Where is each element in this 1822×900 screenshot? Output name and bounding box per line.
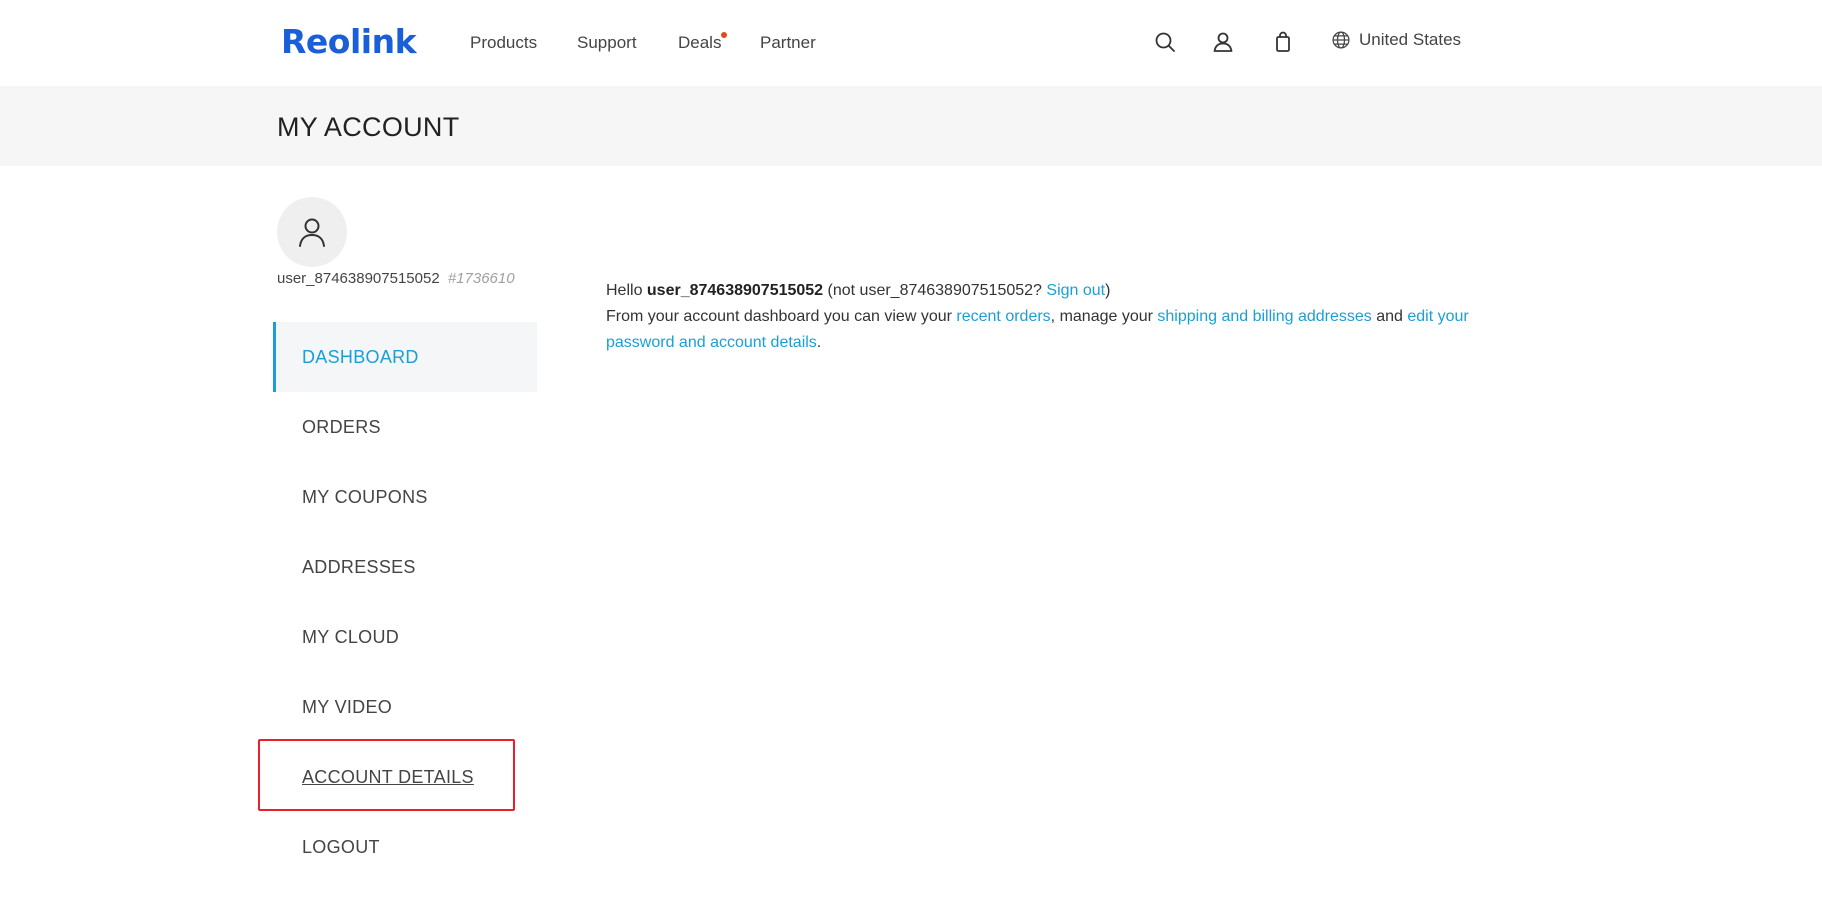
bag-icon[interactable] [1271, 30, 1295, 54]
nav-partner[interactable]: Partner [760, 33, 816, 53]
user-icon[interactable] [1211, 30, 1235, 54]
page-title: MY ACCOUNT [277, 112, 460, 142]
menu-my-cloud[interactable]: MY CLOUD [273, 602, 537, 672]
region-label: United States [1359, 30, 1462, 49]
menu-dashboard-label: DASHBOARD [302, 346, 419, 367]
menu-my-cloud-label: MY CLOUD [302, 626, 400, 647]
dashboard-description: From your account dashboard you can view… [606, 304, 1486, 356]
menu-logout[interactable]: LOGOUT [273, 812, 537, 882]
greeting-not-prefix: (not user_874638907515052? [823, 282, 1047, 299]
menu-my-coupons-label: MY COUPONS [302, 486, 428, 507]
greeting-username: user_874638907515052 [646, 282, 824, 299]
reolink-logo[interactable]: Reolink [281, 22, 417, 61]
menu-addresses-label: ADDRESSES [302, 556, 416, 577]
user-identity: user_874638907515052 #1736610 [277, 270, 515, 287]
avatar [277, 197, 347, 267]
title-band: MY ACCOUNT [0, 86, 1822, 166]
user-id: #1736610 [447, 270, 515, 287]
description-and: and [1371, 308, 1408, 325]
menu-my-video[interactable]: MY VIDEO [273, 672, 537, 742]
greeting-not-suffix: ) [1105, 282, 1111, 299]
greeting-line: Hello user_874638907515052 (not user_874… [606, 278, 1486, 304]
description-end: . [816, 334, 822, 351]
search-icon[interactable] [1153, 30, 1177, 54]
menu-account-details[interactable]: ACCOUNT DETAILS [273, 742, 537, 812]
menu-orders-label: ORDERS [302, 416, 381, 437]
menu-account-details-label: ACCOUNT DETAILS [302, 766, 474, 787]
region-selector[interactable]: United States [1331, 30, 1461, 50]
nav-deals-label: Deals [678, 33, 722, 52]
site-header: Reolink Products Support Deals Partner U… [0, 0, 1822, 86]
description-start: From your account dashboard you can view… [606, 308, 957, 325]
menu-my-coupons[interactable]: MY COUPONS [273, 462, 537, 532]
description-mid: , manage your [1050, 308, 1158, 325]
nav-products[interactable]: Products [470, 33, 537, 53]
addresses-link[interactable]: shipping and billing addresses [1157, 308, 1371, 325]
menu-dashboard[interactable]: DASHBOARD [273, 322, 537, 392]
avatar-user-icon [299, 218, 325, 247]
menu-my-video-label: MY VIDEO [302, 696, 393, 717]
deals-notification-dot [721, 32, 728, 38]
greeting-hello: Hello [606, 282, 647, 299]
sign-out-link[interactable]: Sign out [1046, 282, 1105, 299]
account-menu: DASHBOARD ORDERS MY COUPONS ADDRESSES MY… [273, 322, 537, 882]
username: user_874638907515052 [277, 270, 440, 287]
nav-deals[interactable]: Deals [678, 32, 728, 53]
menu-addresses[interactable]: ADDRESSES [273, 532, 537, 602]
dashboard-content: Hello user_874638907515052 (not user_874… [606, 278, 1486, 356]
nav-support[interactable]: Support [577, 33, 637, 53]
menu-orders[interactable]: ORDERS [273, 392, 537, 462]
globe-icon [1331, 30, 1351, 50]
menu-logout-label: LOGOUT [302, 836, 380, 857]
recent-orders-link[interactable]: recent orders [956, 308, 1050, 325]
